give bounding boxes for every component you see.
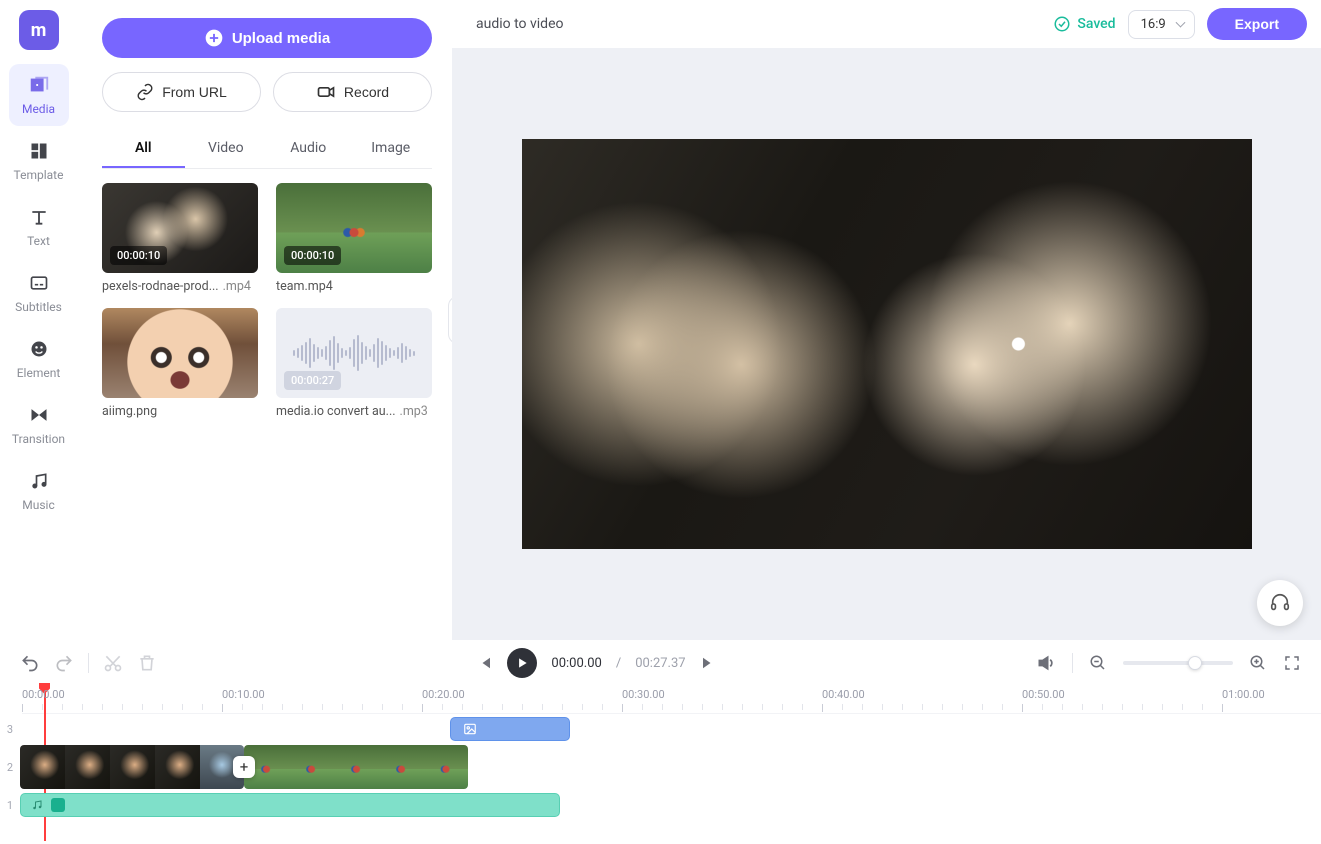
saved-status: Saved [1053, 15, 1115, 33]
track-content[interactable]: + [20, 744, 1321, 790]
nav-item-music[interactable]: Music [9, 460, 69, 522]
track-row: 1 [0, 790, 1321, 820]
text-icon [28, 206, 50, 228]
right-pane: audio to video Saved 16:9 Export [452, 0, 1321, 640]
aspect-ratio-select[interactable]: 16:9 [1128, 10, 1195, 39]
export-button[interactable]: Export [1207, 8, 1307, 40]
nav-label: Music [22, 498, 54, 512]
nav-item-transition[interactable]: Transition [9, 394, 69, 456]
nav-item-element[interactable]: Element [9, 328, 69, 390]
total-time: 00:27.37 [635, 656, 685, 671]
media-thumbnail: 00:00:10 [102, 183, 258, 273]
subtitles-icon [28, 272, 50, 294]
tab-image[interactable]: Image [350, 130, 433, 168]
nav-item-subtitles[interactable]: Subtitles [9, 262, 69, 324]
media-thumbnail: 00:00:27 [276, 308, 432, 398]
media-panel: Upload media From URL Record All Video A… [77, 0, 452, 640]
media-filename: team.mp4 [276, 279, 432, 294]
track-number: 2 [0, 761, 20, 774]
timeline: 00:00.0000:10.0000:20.0000:30.0000:40.00… [0, 686, 1321, 820]
camera-icon [316, 82, 336, 102]
top-bar: audio to video Saved 16:9 Export [452, 0, 1321, 48]
from-url-button[interactable]: From URL [102, 72, 261, 112]
audio-marker [51, 798, 65, 812]
media-filename: aiimg.png [102, 404, 258, 419]
music-note-icon [29, 797, 45, 813]
template-icon [28, 140, 50, 162]
nav-label: Text [27, 234, 50, 248]
video-clip[interactable] [244, 745, 468, 789]
app-logo[interactable]: m [19, 10, 59, 50]
skip-end-button[interactable] [700, 654, 718, 672]
side-nav: m Media Template Text Subtitles [0, 0, 77, 640]
fit-screen-button[interactable] [1283, 654, 1301, 672]
media-item[interactable]: 00:00:10 team.mp4 [276, 183, 432, 294]
duration-badge: 00:00:10 [110, 246, 167, 265]
media-thumbnail: 00:00:10 [276, 183, 432, 273]
duration-badge: 00:00:27 [284, 371, 341, 390]
media-grid: 00:00:10 pexels-rodnae-prod....mp4 00:00… [102, 183, 432, 419]
preview-area [452, 48, 1321, 640]
undo-button[interactable] [20, 653, 40, 673]
element-icon [28, 338, 50, 360]
media-item[interactable]: 00:00:10 pexels-rodnae-prod....mp4 [102, 183, 258, 294]
image-clip[interactable] [450, 717, 570, 741]
media-thumbnail [102, 308, 258, 398]
media-icon [28, 74, 50, 96]
cut-button[interactable] [103, 653, 123, 673]
nav-item-media[interactable]: Media [9, 64, 69, 126]
plus-circle-icon [204, 28, 224, 48]
playback-bar: 00:00.00 / 00:27.37 [0, 640, 1321, 686]
zoom-out-button[interactable] [1089, 654, 1107, 672]
nav-label: Transition [12, 432, 65, 446]
media-item[interactable]: 00:00:27 media.io convert au....mp3 [276, 308, 432, 419]
track-number: 3 [0, 723, 20, 736]
skip-start-button[interactable] [475, 654, 493, 672]
music-icon [28, 470, 50, 492]
nav-label: Subtitles [15, 300, 62, 314]
track-row: 3 [0, 714, 1321, 744]
preview-canvas[interactable] [522, 139, 1252, 549]
volume-button[interactable] [1036, 653, 1056, 673]
redo-button[interactable] [54, 653, 74, 673]
media-item[interactable]: aiimg.png [102, 308, 258, 419]
zoom-slider-handle[interactable] [1188, 656, 1202, 670]
track-content[interactable] [20, 790, 1321, 820]
track-content[interactable] [20, 714, 1321, 744]
audio-clip[interactable] [20, 793, 560, 817]
nav-item-template[interactable]: Template [9, 130, 69, 192]
add-transition-button[interactable]: + [233, 756, 255, 778]
nav-label: Element [17, 366, 61, 380]
link-icon [136, 83, 154, 101]
tab-all[interactable]: All [102, 130, 185, 168]
timeline-tracks: 3 2 [0, 714, 1321, 820]
play-button[interactable] [507, 648, 537, 678]
transition-icon [28, 404, 50, 426]
zoom-slider[interactable] [1123, 661, 1233, 665]
delete-button[interactable] [137, 653, 157, 673]
track-number: 1 [0, 799, 20, 812]
zoom-in-button[interactable] [1249, 654, 1267, 672]
project-title[interactable]: audio to video [476, 16, 563, 32]
media-tabs: All Video Audio Image [102, 130, 432, 169]
duration-badge: 00:00:10 [284, 246, 341, 265]
nav-label: Template [14, 168, 64, 182]
record-button[interactable]: Record [273, 72, 432, 112]
support-button[interactable] [1257, 580, 1303, 626]
media-filename: pexels-rodnae-prod....mp4 [102, 279, 258, 294]
time-separator: / [616, 656, 621, 671]
upload-media-button[interactable]: Upload media [102, 18, 432, 58]
image-icon [459, 718, 481, 740]
media-filename: media.io convert au....mp3 [276, 404, 432, 419]
video-clip[interactable] [20, 745, 244, 789]
tab-video[interactable]: Video [185, 130, 268, 168]
tab-audio[interactable]: Audio [267, 130, 350, 168]
timeline-ruler[interactable]: 00:00.0000:10.0000:20.0000:30.0000:40.00… [22, 686, 1321, 714]
current-time: 00:00.00 [551, 656, 601, 671]
track-row: 2 + [0, 744, 1321, 790]
nav-label: Media [22, 102, 55, 116]
nav-item-text[interactable]: Text [9, 196, 69, 258]
